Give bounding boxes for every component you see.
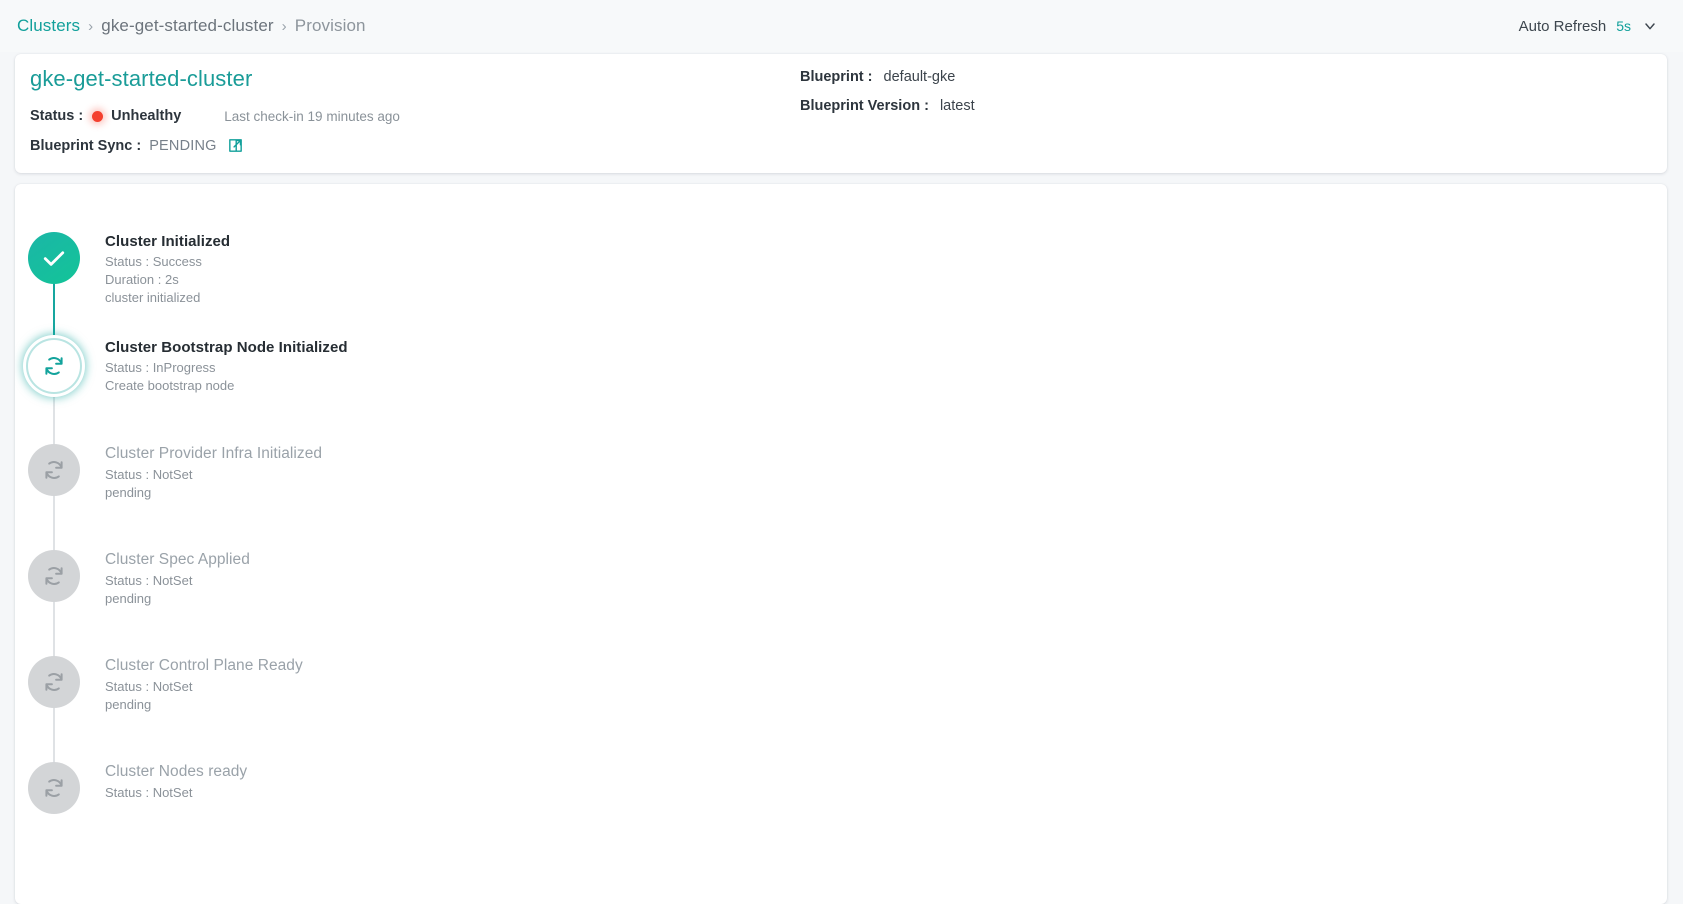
breadcrumb-separator-icon: › xyxy=(281,17,287,35)
timeline-step-message: pending xyxy=(105,697,152,712)
last-checkin-text: Last check-in 19 minutes ago xyxy=(224,108,400,124)
timeline-step-status: Status : NotSet xyxy=(105,467,193,482)
breadcrumb-item-clusters[interactable]: Clusters xyxy=(17,16,80,36)
breadcrumb-separator-icon: › xyxy=(88,17,94,35)
blueprint-version-label: Blueprint Version : xyxy=(800,98,929,114)
timeline-step-title: Cluster Initialized xyxy=(105,233,231,250)
refresh-icon xyxy=(28,444,80,496)
timeline-step-title: Cluster Control Plane Ready xyxy=(105,657,303,674)
provision-timeline: Cluster Initialized Status : Success Durat… xyxy=(15,184,1667,868)
external-link-icon[interactable] xyxy=(227,137,244,154)
cluster-summary-card: gke-get-started-cluster Status : Unhealt… xyxy=(15,54,1667,173)
status-badge-dot-icon xyxy=(92,110,104,122)
timeline-node-column xyxy=(15,338,93,494)
timeline-step-text: Cluster Bootstrap Node Initialized Status… xyxy=(93,338,348,444)
check-icon xyxy=(28,232,80,284)
breadcrumb-item-cluster[interactable]: gke-get-started-cluster xyxy=(101,16,273,36)
timeline-step-status: Status : InProgress xyxy=(105,360,216,375)
blueprint-row: Blueprint : default-gke xyxy=(800,66,975,88)
timeline-node-column xyxy=(15,656,93,812)
timeline-node-column xyxy=(15,550,93,706)
timeline-step-title: Cluster Provider Infra Initialized xyxy=(105,445,323,462)
page-title: gke-get-started-cluster xyxy=(30,66,253,91)
timeline-node-column xyxy=(15,232,93,388)
blueprint-value: default-gke xyxy=(883,69,956,85)
timeline-step-text: Cluster Initialized Status : Success Durat… xyxy=(93,232,230,338)
timeline-step-status: Status : NotSet xyxy=(105,679,193,694)
timeline-step-message: cluster initialized xyxy=(105,290,201,305)
timeline-step[interactable]: Cluster Initialized Status : Success Durat… xyxy=(15,232,1667,388)
chevron-down-icon[interactable] xyxy=(1641,17,1659,35)
breadcrumb-item-provision: Provision xyxy=(294,16,366,35)
timeline-step[interactable]: Cluster Spec Applied Status : NotSet pendi… xyxy=(15,550,1667,706)
provision-timeline-card: Cluster Initialized Status : Success Durat… xyxy=(15,184,1667,904)
timeline-step[interactable]: Cluster Bootstrap Node Initialized Status… xyxy=(15,338,1667,494)
timeline-step-title: Cluster Spec Applied xyxy=(105,551,250,568)
refresh-icon xyxy=(28,550,80,602)
blueprint-sync-label: Blueprint Sync : xyxy=(30,137,142,154)
status-value: Unhealthy xyxy=(111,108,182,124)
refresh-icon xyxy=(28,656,80,708)
top-bar: Clusters › gke-get-started-cluster › Pro… xyxy=(0,0,1683,52)
auto-refresh-label: Auto Refresh xyxy=(1518,17,1607,35)
timeline-step-text: Cluster Control Plane Ready Status : NotS… xyxy=(93,656,303,762)
blueprint-sync-value: PENDING xyxy=(149,137,217,154)
auto-refresh-interval-value[interactable]: 5s xyxy=(1616,18,1631,34)
auto-refresh-control[interactable]: Auto Refresh 5s xyxy=(1519,17,1665,35)
timeline-step-text: Cluster Nodes ready Status : NotSet xyxy=(93,762,247,868)
timeline-step-message: Create bootstrap node xyxy=(105,378,235,393)
timeline-step-duration: Duration : 2s xyxy=(105,272,179,287)
timeline-step-text: Cluster Provider Infra Initialized Status… xyxy=(93,444,322,550)
timeline-step-message: pending xyxy=(105,591,152,606)
blueprint-sync-row: Blueprint Sync : PENDING xyxy=(30,137,244,154)
blueprint-label: Blueprint : xyxy=(800,69,873,85)
timeline-step-status: Status : NotSet xyxy=(105,573,193,588)
refresh-icon xyxy=(28,762,80,814)
timeline-step-message: pending xyxy=(105,485,152,500)
timeline-step[interactable]: Cluster Provider Infra Initialized Status… xyxy=(15,444,1667,600)
blueprint-version-row: Blueprint Version : latest xyxy=(800,95,975,117)
status-row: Status : Unhealthy Last check-in 19 minu… xyxy=(30,108,400,124)
status-label: Status : xyxy=(30,108,84,124)
timeline-node-column xyxy=(15,444,93,600)
refresh-spinner-icon xyxy=(26,338,82,394)
timeline-node-column xyxy=(15,762,93,868)
timeline-step-status: Status : NotSet xyxy=(105,785,193,800)
timeline-step[interactable]: Cluster Control Plane Ready Status : NotS… xyxy=(15,656,1667,812)
timeline-step-title: Cluster Nodes ready xyxy=(105,763,248,780)
timeline-step-status: Status : Success xyxy=(105,254,202,269)
timeline-step[interactable]: Cluster Nodes ready Status : NotSet xyxy=(15,762,1667,868)
blueprint-info: Blueprint : default-gke Blueprint Versio… xyxy=(800,66,975,124)
timeline-step-title: Cluster Bootstrap Node Initialized xyxy=(105,339,348,356)
breadcrumb: Clusters › gke-get-started-cluster › Pro… xyxy=(17,16,366,36)
timeline-step-text: Cluster Spec Applied Status : NotSet pendi… xyxy=(93,550,250,656)
blueprint-version-value: latest xyxy=(939,98,975,114)
